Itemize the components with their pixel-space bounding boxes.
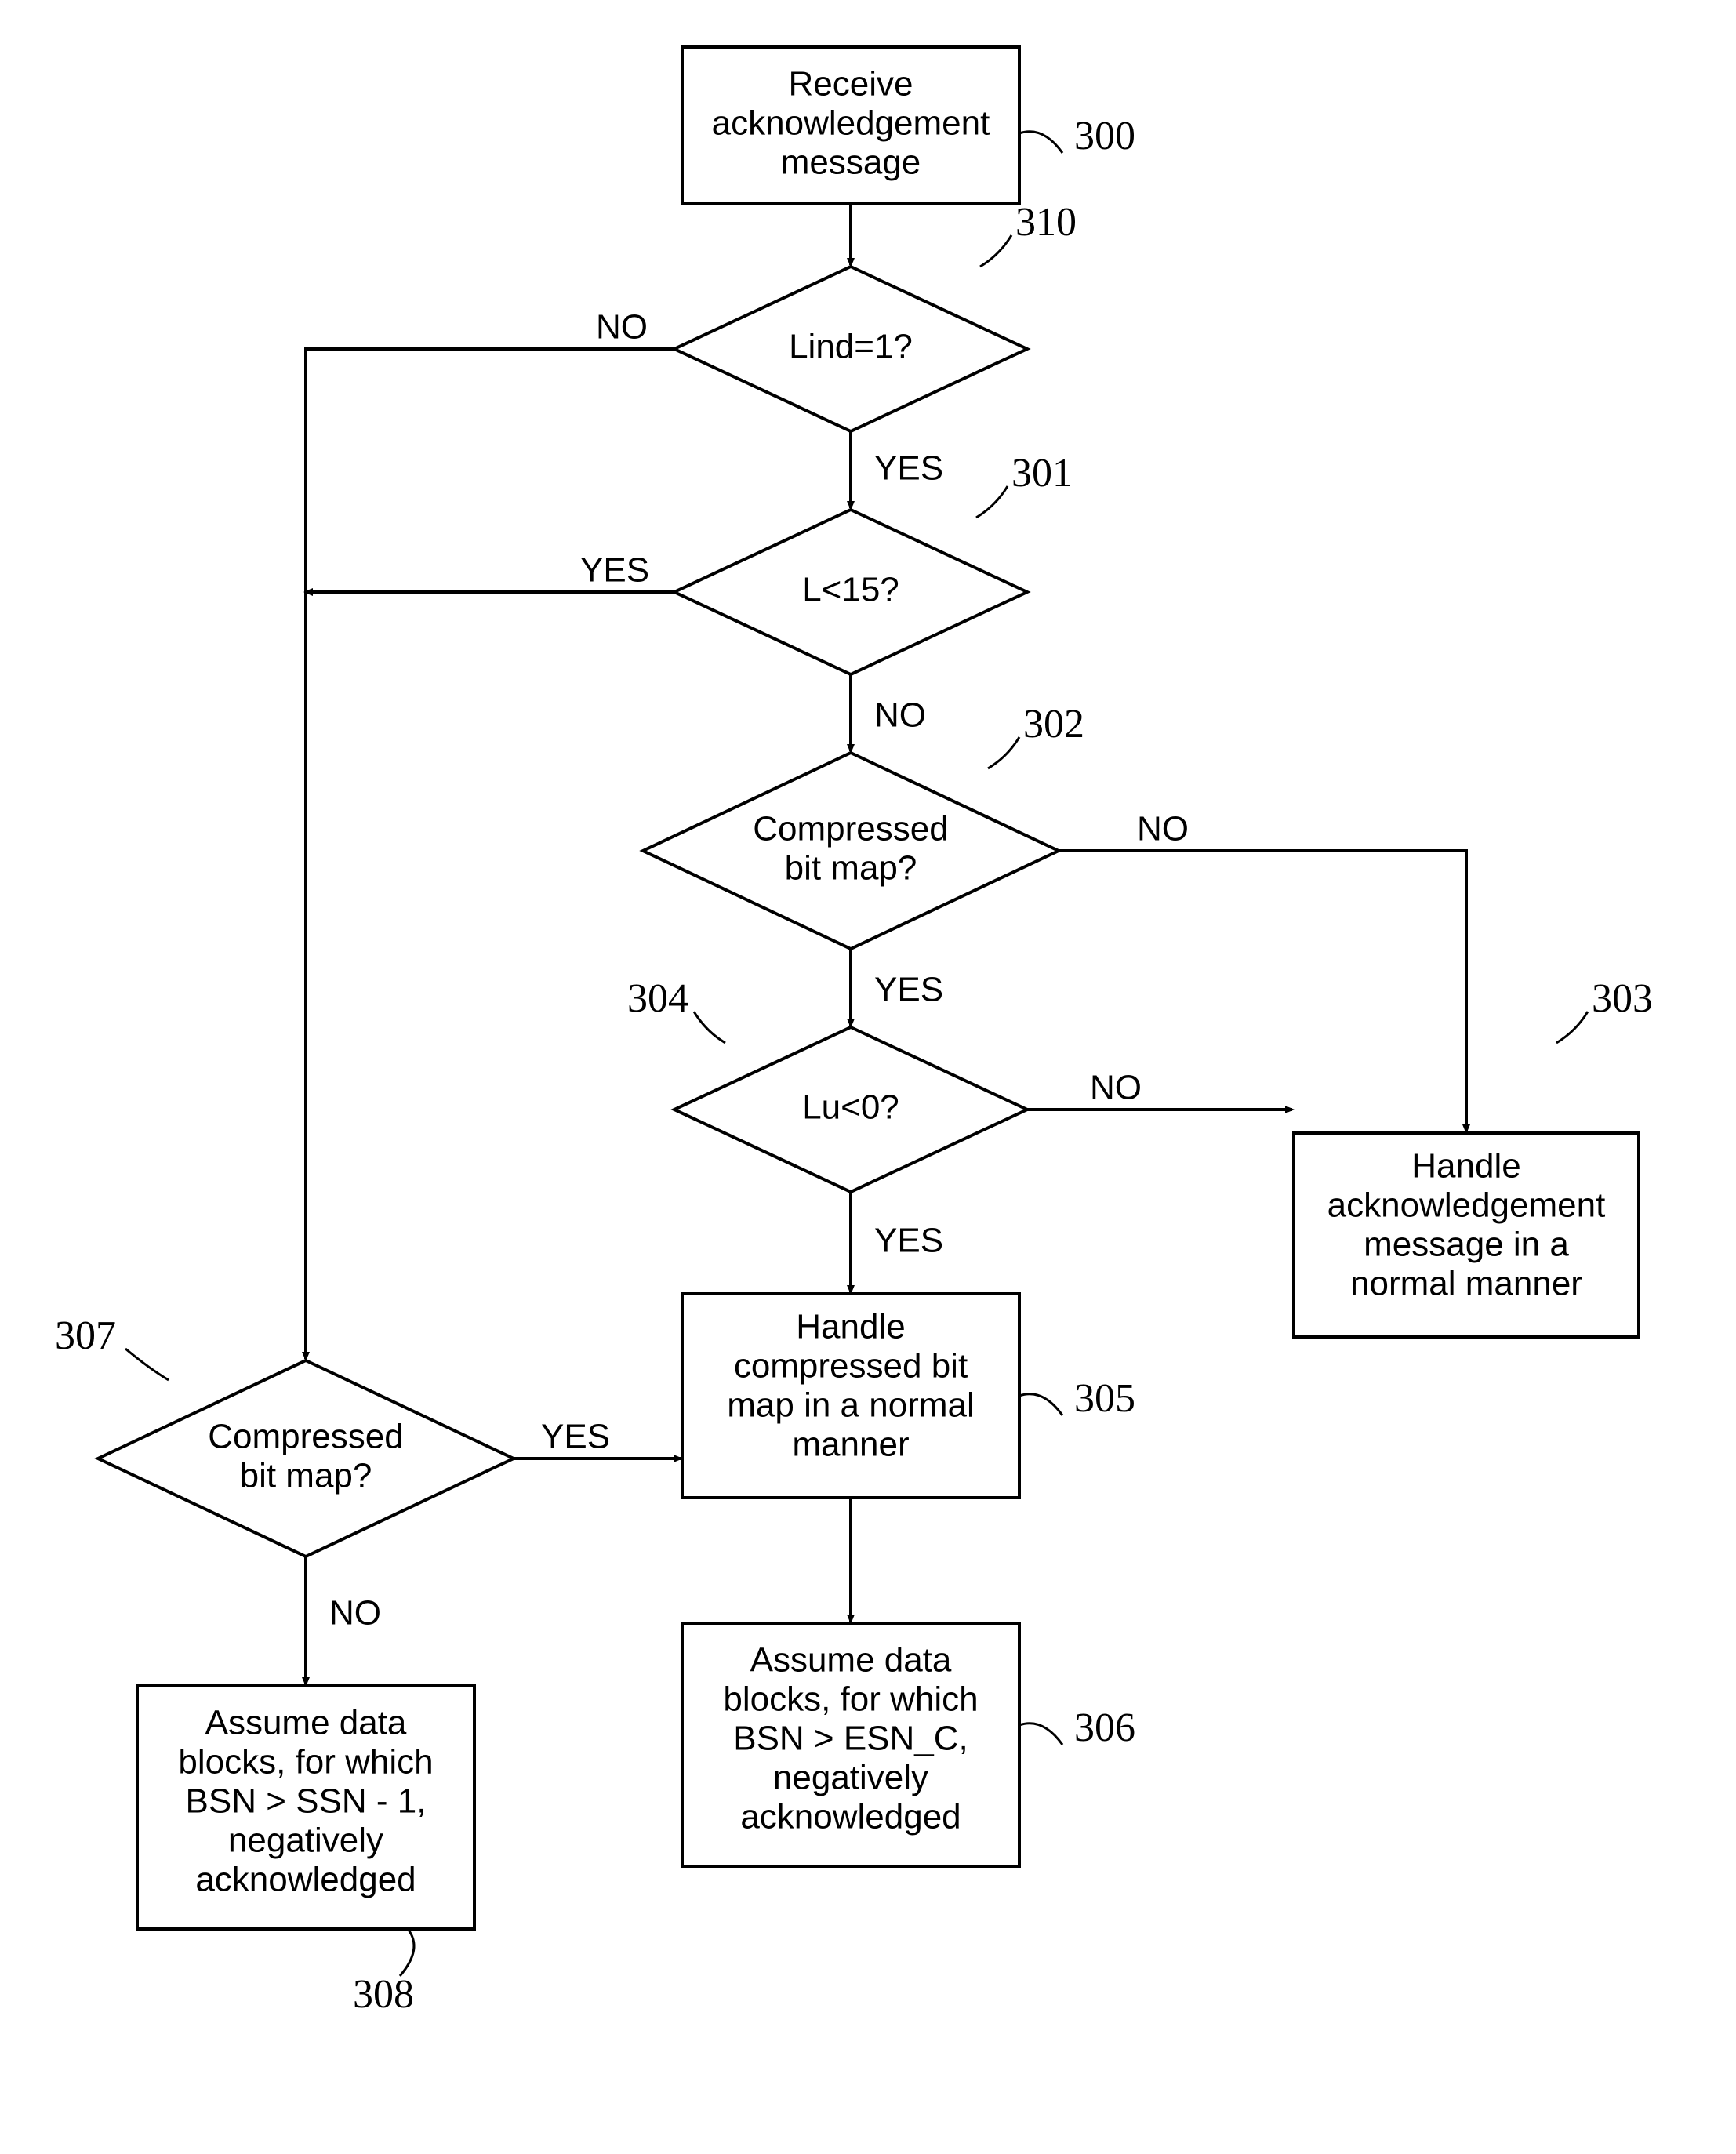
- n300-l3: message: [781, 143, 921, 182]
- ref-304: 304: [627, 976, 688, 1021]
- n307-l1: Compressed: [208, 1418, 403, 1456]
- n303-l4: normal manner: [1350, 1265, 1582, 1303]
- lab-301-no: NO: [874, 696, 926, 735]
- lead-305: [1019, 1394, 1062, 1415]
- n304-text: Lu<0?: [802, 1088, 899, 1127]
- n301-text: L<15?: [802, 571, 899, 609]
- ref-308: 308: [353, 1972, 414, 2017]
- n308-l1: Assume data: [205, 1704, 407, 1742]
- n306-l5: acknowledged: [740, 1798, 961, 1836]
- ref-306: 306: [1074, 1705, 1135, 1750]
- n308-l4: negatively: [228, 1822, 383, 1860]
- lab-304-yes: YES: [874, 1222, 943, 1260]
- n305-l4: manner: [792, 1426, 909, 1464]
- lab-307-yes: YES: [541, 1418, 610, 1456]
- ref-300: 300: [1074, 114, 1135, 158]
- n310-text: Lind=1?: [789, 328, 913, 366]
- n302-l1: Compressed: [753, 810, 948, 848]
- lead-306: [1019, 1724, 1062, 1745]
- lead-303: [1556, 1012, 1588, 1043]
- n308-l5: acknowledged: [195, 1861, 416, 1899]
- ref-303: 303: [1592, 976, 1653, 1021]
- lab-302-no: NO: [1137, 810, 1189, 848]
- n306-l4: negatively: [773, 1759, 928, 1797]
- n305-l2: compressed bit: [734, 1347, 968, 1386]
- n306-l3: BSN > ESN_C,: [733, 1720, 968, 1758]
- lead-302: [988, 737, 1019, 768]
- ref-305: 305: [1074, 1376, 1135, 1421]
- lead-304: [694, 1012, 725, 1043]
- lab-304-no: NO: [1090, 1069, 1142, 1107]
- ref-301: 301: [1011, 451, 1073, 496]
- lead-308: [400, 1929, 414, 1976]
- lab-310-yes: YES: [874, 449, 943, 488]
- lead-300: [1019, 132, 1062, 153]
- lab-307-no: NO: [329, 1594, 381, 1633]
- n306-l2: blocks, for which: [723, 1680, 978, 1719]
- lab-302-yes: YES: [874, 971, 943, 1009]
- n300-l1: Receive: [789, 65, 913, 104]
- n308-l3: BSN > SSN - 1,: [186, 1782, 427, 1821]
- n305-l3: map in a normal: [727, 1386, 974, 1425]
- n303-l2: acknowledgement: [1327, 1186, 1606, 1225]
- n305-l1: Handle: [796, 1308, 905, 1346]
- n302-l2: bit map?: [785, 849, 917, 888]
- n307-l2: bit map?: [240, 1457, 372, 1495]
- n300-l2: acknowledgement: [712, 104, 990, 143]
- n306-l1: Assume data: [750, 1641, 952, 1680]
- lab-310-no: NO: [596, 308, 648, 347]
- lead-307: [125, 1349, 169, 1380]
- ref-302: 302: [1023, 702, 1084, 746]
- ref-307: 307: [55, 1313, 116, 1358]
- n303-l3: message in a: [1364, 1226, 1569, 1264]
- arrow-310-no: [306, 349, 674, 1359]
- lab-301-yes: YES: [580, 551, 649, 590]
- n303-l1: Handle: [1411, 1147, 1520, 1186]
- lead-301: [976, 486, 1008, 518]
- ref-310: 310: [1015, 200, 1077, 245]
- n308-l2: blocks, for which: [178, 1743, 433, 1782]
- lead-310: [980, 235, 1011, 267]
